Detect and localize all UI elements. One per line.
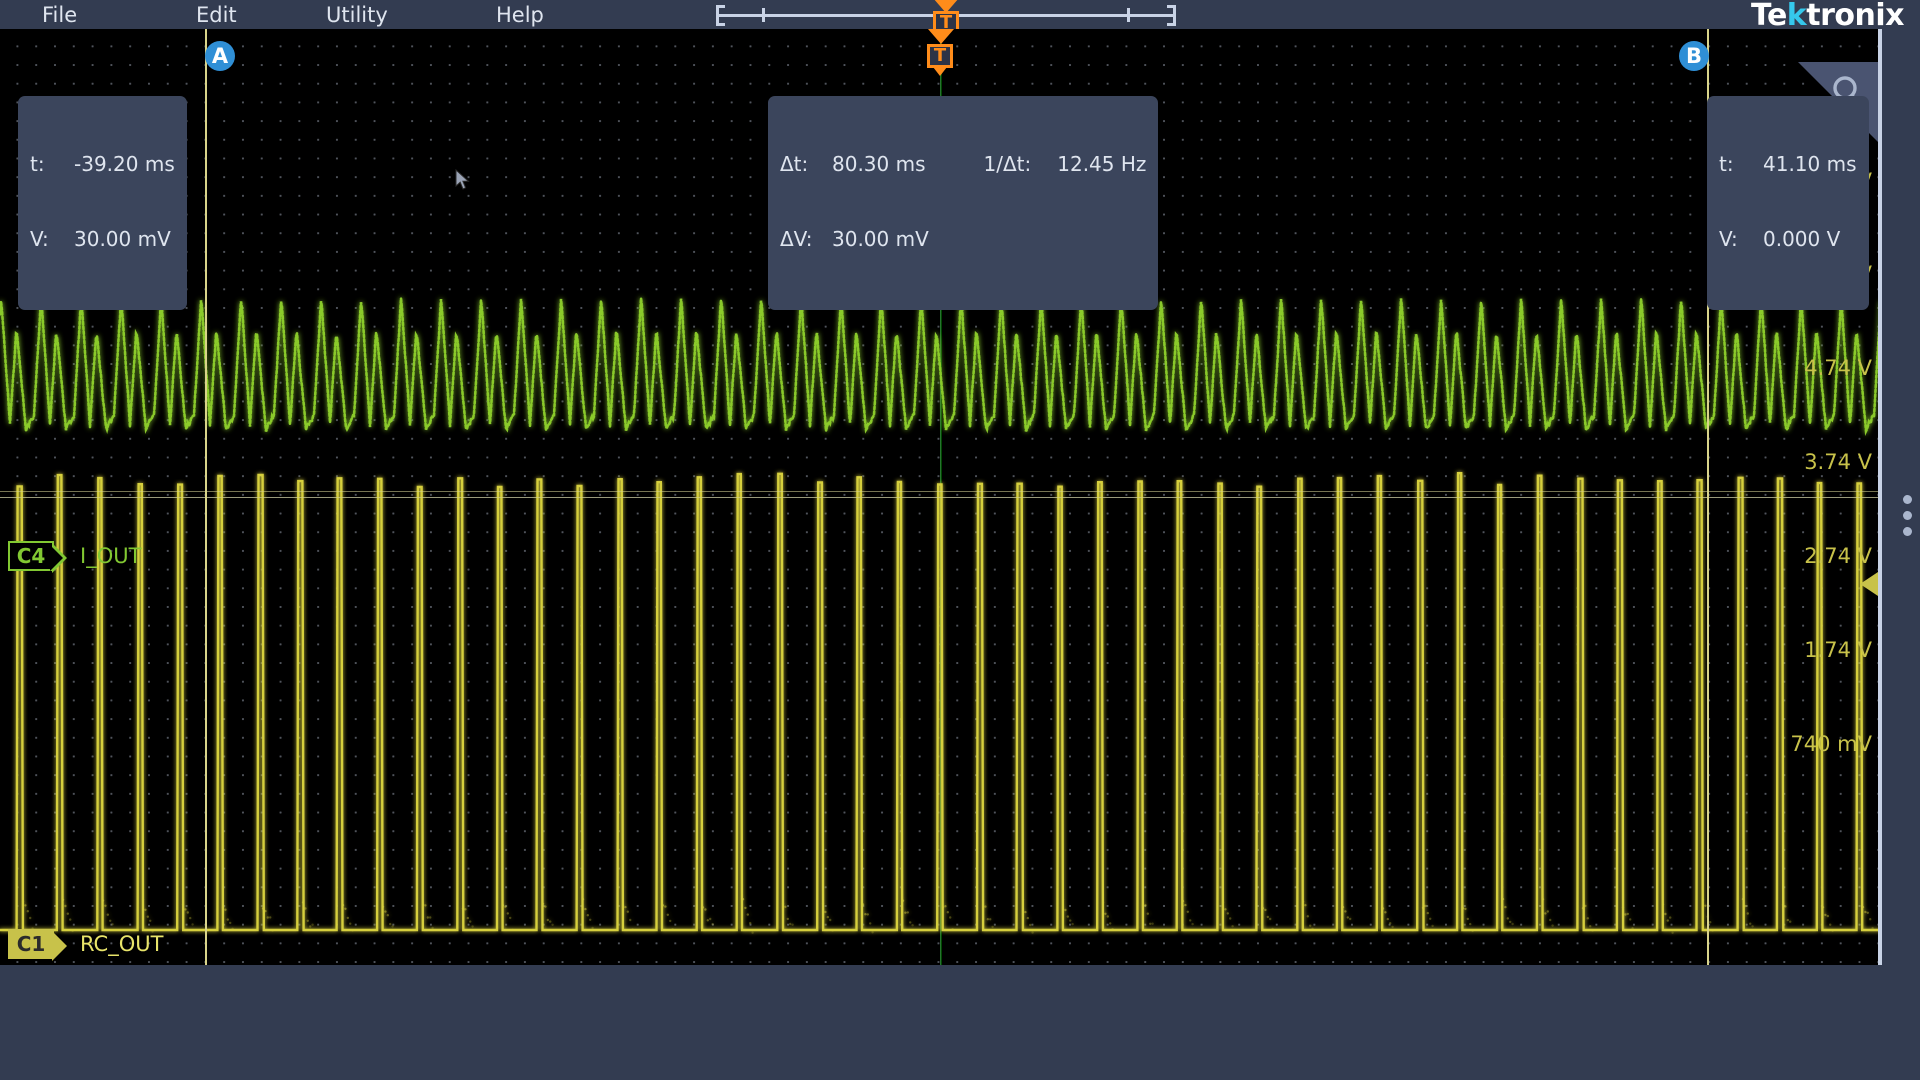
cursor-a-time-row: t: -39.20 ms [30,152,175,177]
hbar-left-bracket-bottom [716,23,725,26]
voltage-cursor-a-line[interactable] [0,491,1882,492]
cursor-a-time-value: -39.20 ms [74,152,175,177]
hbar-tick-right [1127,8,1130,22]
drag-dot-1 [1903,495,1912,504]
cursor-delta-freq-key: 1/Δt: [984,152,1032,177]
cursor-b-volt-key: V: [1719,227,1763,252]
trigger-position-handle[interactable]: T [933,3,959,29]
cursor-b-time-key: t: [1719,152,1763,177]
cursor-a-volt-row: V: 30.00 mV [30,227,175,252]
horizontal-position-bar[interactable]: T [716,3,1176,27]
cursor-delta-time-value: 80.30 ms [832,152,926,177]
menu-item-file[interactable]: File [36,2,83,28]
cursor-b-time-row: t: 41.10 ms [1719,152,1857,177]
waveform-c1-trace [0,473,1882,934]
vertical-drag-handle[interactable] [1903,495,1912,536]
cursor-a-readout[interactable]: t: -39.20 ms V: 30.00 mV [18,96,187,310]
menu-item-edit[interactable]: Edit [190,2,243,28]
cursor-a-volt-value: 30.00 mV [74,227,171,252]
menu-item-utility[interactable]: Utility [320,2,394,28]
channel-tag-c4[interactable]: C4 I_OUT [8,541,141,571]
channel-tag-c1-box[interactable]: C1 [8,929,54,959]
cursor-b-volt-value: 0.000 V [1763,227,1840,252]
time-cursor-b-handle[interactable]: B [1679,41,1709,71]
cursor-b-volt-row: V: 0.000 V [1719,227,1857,252]
mouse-pointer-icon [455,169,473,193]
bottom-settings-bar: Ch 1 1.00 V/div 500 MHz Ch 4 100 mA/div … [0,965,1920,1080]
channel-tag-c1-label: RC_OUT [80,932,163,956]
voltage-cursor-b-line[interactable] [0,497,1882,498]
vscale-label-4: 2.74 V [1804,544,1872,568]
channel-tag-c4-box[interactable]: C4 [8,541,54,571]
hbar-right-bracket-top [1167,5,1176,8]
graticule-right-border [1878,29,1882,965]
cursor-delta-volt-value: 30.00 mV [832,227,929,252]
vscale-label-2: 4.74 V [1804,356,1872,380]
drag-dot-3 [1903,527,1912,536]
vscale-label-3: 3.74 V [1804,450,1872,474]
hbar-right-bracket-bottom [1167,23,1176,26]
oscilloscope-screen: File Edit Utility Help Tektronix T [0,0,1920,1080]
channel-tag-c4-label: I_OUT [80,544,141,568]
vscale-label-5: 1.74 V [1804,638,1872,662]
cursor-delta-time-key: Δt: [780,152,832,177]
cursor-delta-time-row: Δt: 80.30 ms 1/Δt: 12.45 Hz [780,152,1146,177]
drag-dot-2 [1903,511,1912,520]
cursor-a-volt-key: V: [30,227,74,252]
menu-item-help[interactable]: Help [490,2,550,28]
cursor-delta-freq-value: 12.45 Hz [1057,152,1146,177]
waveform-c4-trace [0,298,1882,431]
cursor-b-readout[interactable]: t: 41.10 ms V: 0.000 V [1707,96,1869,310]
cursor-delta-spacer [926,152,984,177]
cursor-delta-volt-row: ΔV: 30.00 mV [780,227,1146,252]
hbar-tick-left [762,8,765,22]
cursor-a-time-key: t: [30,152,74,177]
cursor-delta-spacer-2 [1031,152,1057,177]
channel-tag-c1[interactable]: C1 RC_OUT [8,929,163,959]
cursor-delta-readout[interactable]: Δt: 80.30 ms 1/Δt: 12.45 Hz ΔV: 30.00 mV [768,96,1158,310]
time-cursor-a-line[interactable] [205,29,207,965]
vscale-label-6: 740 mV [1790,732,1872,756]
time-cursor-a-handle[interactable]: A [205,41,235,71]
cursor-b-time-value: 41.10 ms [1763,152,1857,177]
cursor-delta-volt-key: ΔV: [780,227,832,252]
hbar-left-bracket-top [716,5,725,8]
